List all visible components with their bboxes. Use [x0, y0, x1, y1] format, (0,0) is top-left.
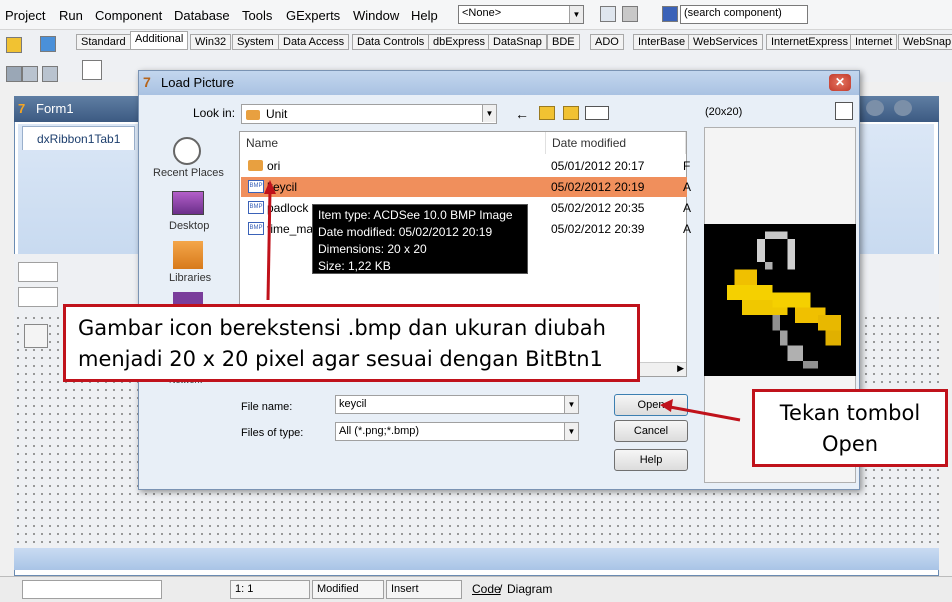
- arrow-to-open: [669, 405, 741, 422]
- arrowhead: [264, 180, 276, 194]
- arrowhead: [660, 399, 673, 412]
- annotation-note-1: Gambar icon berekstensi .bmp dan ukuran …: [63, 304, 640, 382]
- annotation-note-2: Tekan tombol Open: [752, 389, 948, 467]
- arrow-to-file: [266, 189, 272, 301]
- annotation-arrows: [264, 180, 741, 422]
